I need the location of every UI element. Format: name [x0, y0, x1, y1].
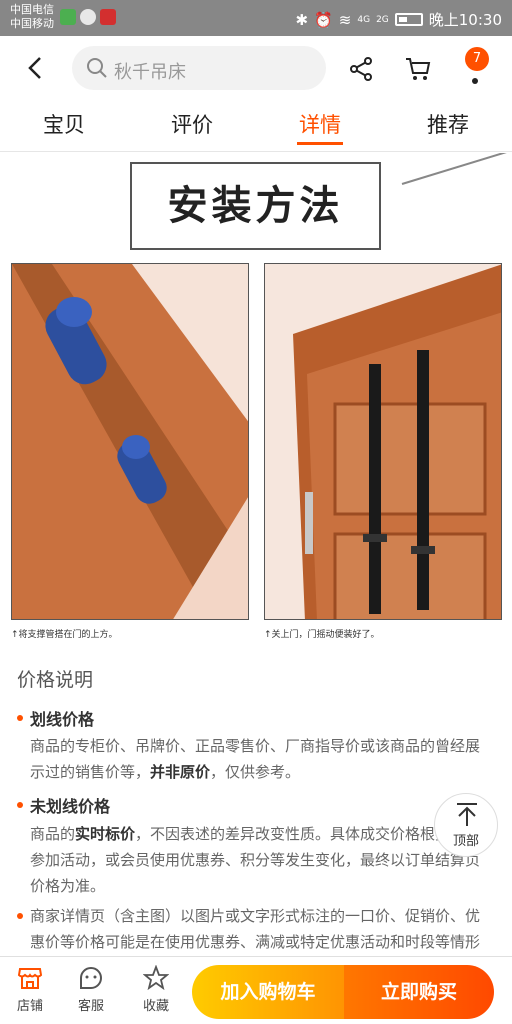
app-notification-icon	[60, 9, 76, 25]
carrier-2: 中国移动	[10, 17, 54, 30]
cart-icon	[406, 58, 431, 80]
cart-count-badge: 7	[465, 47, 489, 71]
back-to-top-button[interactable]: 顶部	[434, 793, 498, 857]
search-placeholder: 秋千吊床	[114, 62, 186, 83]
bluetooth-icon: ✱	[295, 10, 309, 29]
decorative-line	[401, 153, 508, 185]
search-bar[interactable]: 秋千吊床	[72, 46, 326, 90]
alarm-icon: ⏰	[314, 10, 333, 29]
share-icon	[350, 57, 372, 81]
cart-button[interactable]	[404, 56, 432, 82]
signal-4g: 4G	[357, 14, 371, 25]
tab-details[interactable]: 详情	[256, 100, 384, 151]
favorite-button[interactable]: 收藏	[128, 965, 184, 1014]
door-top-illustration	[12, 264, 248, 619]
share-button[interactable]	[348, 56, 374, 82]
arrow-up-icon	[457, 803, 477, 826]
section-tabs: 宝贝 评价 详情 推荐	[0, 100, 512, 152]
bullet-dot	[17, 913, 23, 919]
back-button[interactable]	[22, 54, 50, 82]
status-indicators: ✱ ⏰ ≋ 4G 2G 晚上10:30	[296, 9, 502, 30]
status-bar: 中国电信 中国移动 ✱ ⏰ ≋ 4G 2G 晚上10:30	[0, 0, 512, 36]
bottom-action-bar: 店铺 客服 收藏 加入购物车 立即购买	[0, 956, 512, 1024]
star-icon	[143, 965, 169, 991]
store-button[interactable]: 店铺	[2, 965, 58, 1014]
search-icon	[87, 58, 107, 78]
carrier-1: 中国电信	[10, 3, 54, 16]
tab-item[interactable]: 宝贝	[0, 100, 128, 151]
service-icon	[80, 967, 102, 989]
strikethrough-price-heading: 划线价格	[30, 710, 95, 729]
notification-icons	[60, 9, 116, 25]
install-photo-right	[264, 263, 502, 620]
wechat-icon	[80, 9, 96, 25]
text-segment: 商品的	[30, 825, 76, 843]
install-title: 安装方法	[167, 182, 344, 229]
text-bold: 实时标价	[75, 825, 136, 843]
text-bold: 并非原价	[150, 763, 211, 781]
current-price-heading: 未划线价格	[30, 797, 111, 816]
bullet-dot	[17, 802, 23, 808]
price-section-title: 价格说明	[17, 669, 94, 691]
back-to-top-label: 顶部	[452, 834, 479, 849]
caption-left: ↑将支撑管搭在门的上方。	[11, 630, 118, 640]
store-icon	[17, 968, 43, 989]
caption-right: ↑关上门，门摇动便装好了。	[264, 630, 380, 640]
tab-recommend[interactable]: 推荐	[384, 100, 512, 151]
add-to-cart-button[interactable]: 加入购物车	[192, 965, 344, 1019]
install-title-box: 安装方法	[130, 162, 381, 250]
signal-2g: 2G	[376, 14, 389, 25]
service-button[interactable]: 客服	[63, 965, 119, 1014]
store-label: 店铺	[16, 999, 43, 1014]
strikethrough-price-text: 商品的专柜价、吊牌价、正品零售价、厂商指导价或该商品的曾经展示过的销售价等，并非…	[30, 733, 490, 785]
bank-app-icon	[100, 9, 116, 25]
carrier-info: 中国电信 中国移动	[10, 3, 54, 31]
text-segment: ，仅供参考。	[210, 763, 301, 781]
clock: 晚上10:30	[428, 11, 502, 29]
current-price-text: 商品的实时标价，不因表述的差异改变性质。具体成交价格根据商品参加活动，或会员使用…	[30, 821, 490, 899]
buy-now-button[interactable]: 立即购买	[344, 965, 494, 1019]
wifi-icon: ≋	[338, 10, 352, 29]
battery-icon	[394, 13, 423, 26]
install-photo-left	[11, 263, 249, 620]
back-icon	[28, 57, 41, 79]
favorite-label: 收藏	[142, 999, 169, 1014]
tab-reviews[interactable]: 评价	[128, 100, 256, 151]
top-nav: 秋千吊床 7	[0, 36, 512, 100]
more-icon[interactable]	[472, 78, 478, 84]
merchant-price-text: 商家详情页（含主图）以图片或文字形式标注的一口价、促销价、优惠价等价格可能是在使…	[30, 907, 481, 951]
bullet-dot	[17, 715, 23, 721]
service-label: 客服	[77, 999, 104, 1014]
door-straps-illustration	[265, 264, 501, 619]
